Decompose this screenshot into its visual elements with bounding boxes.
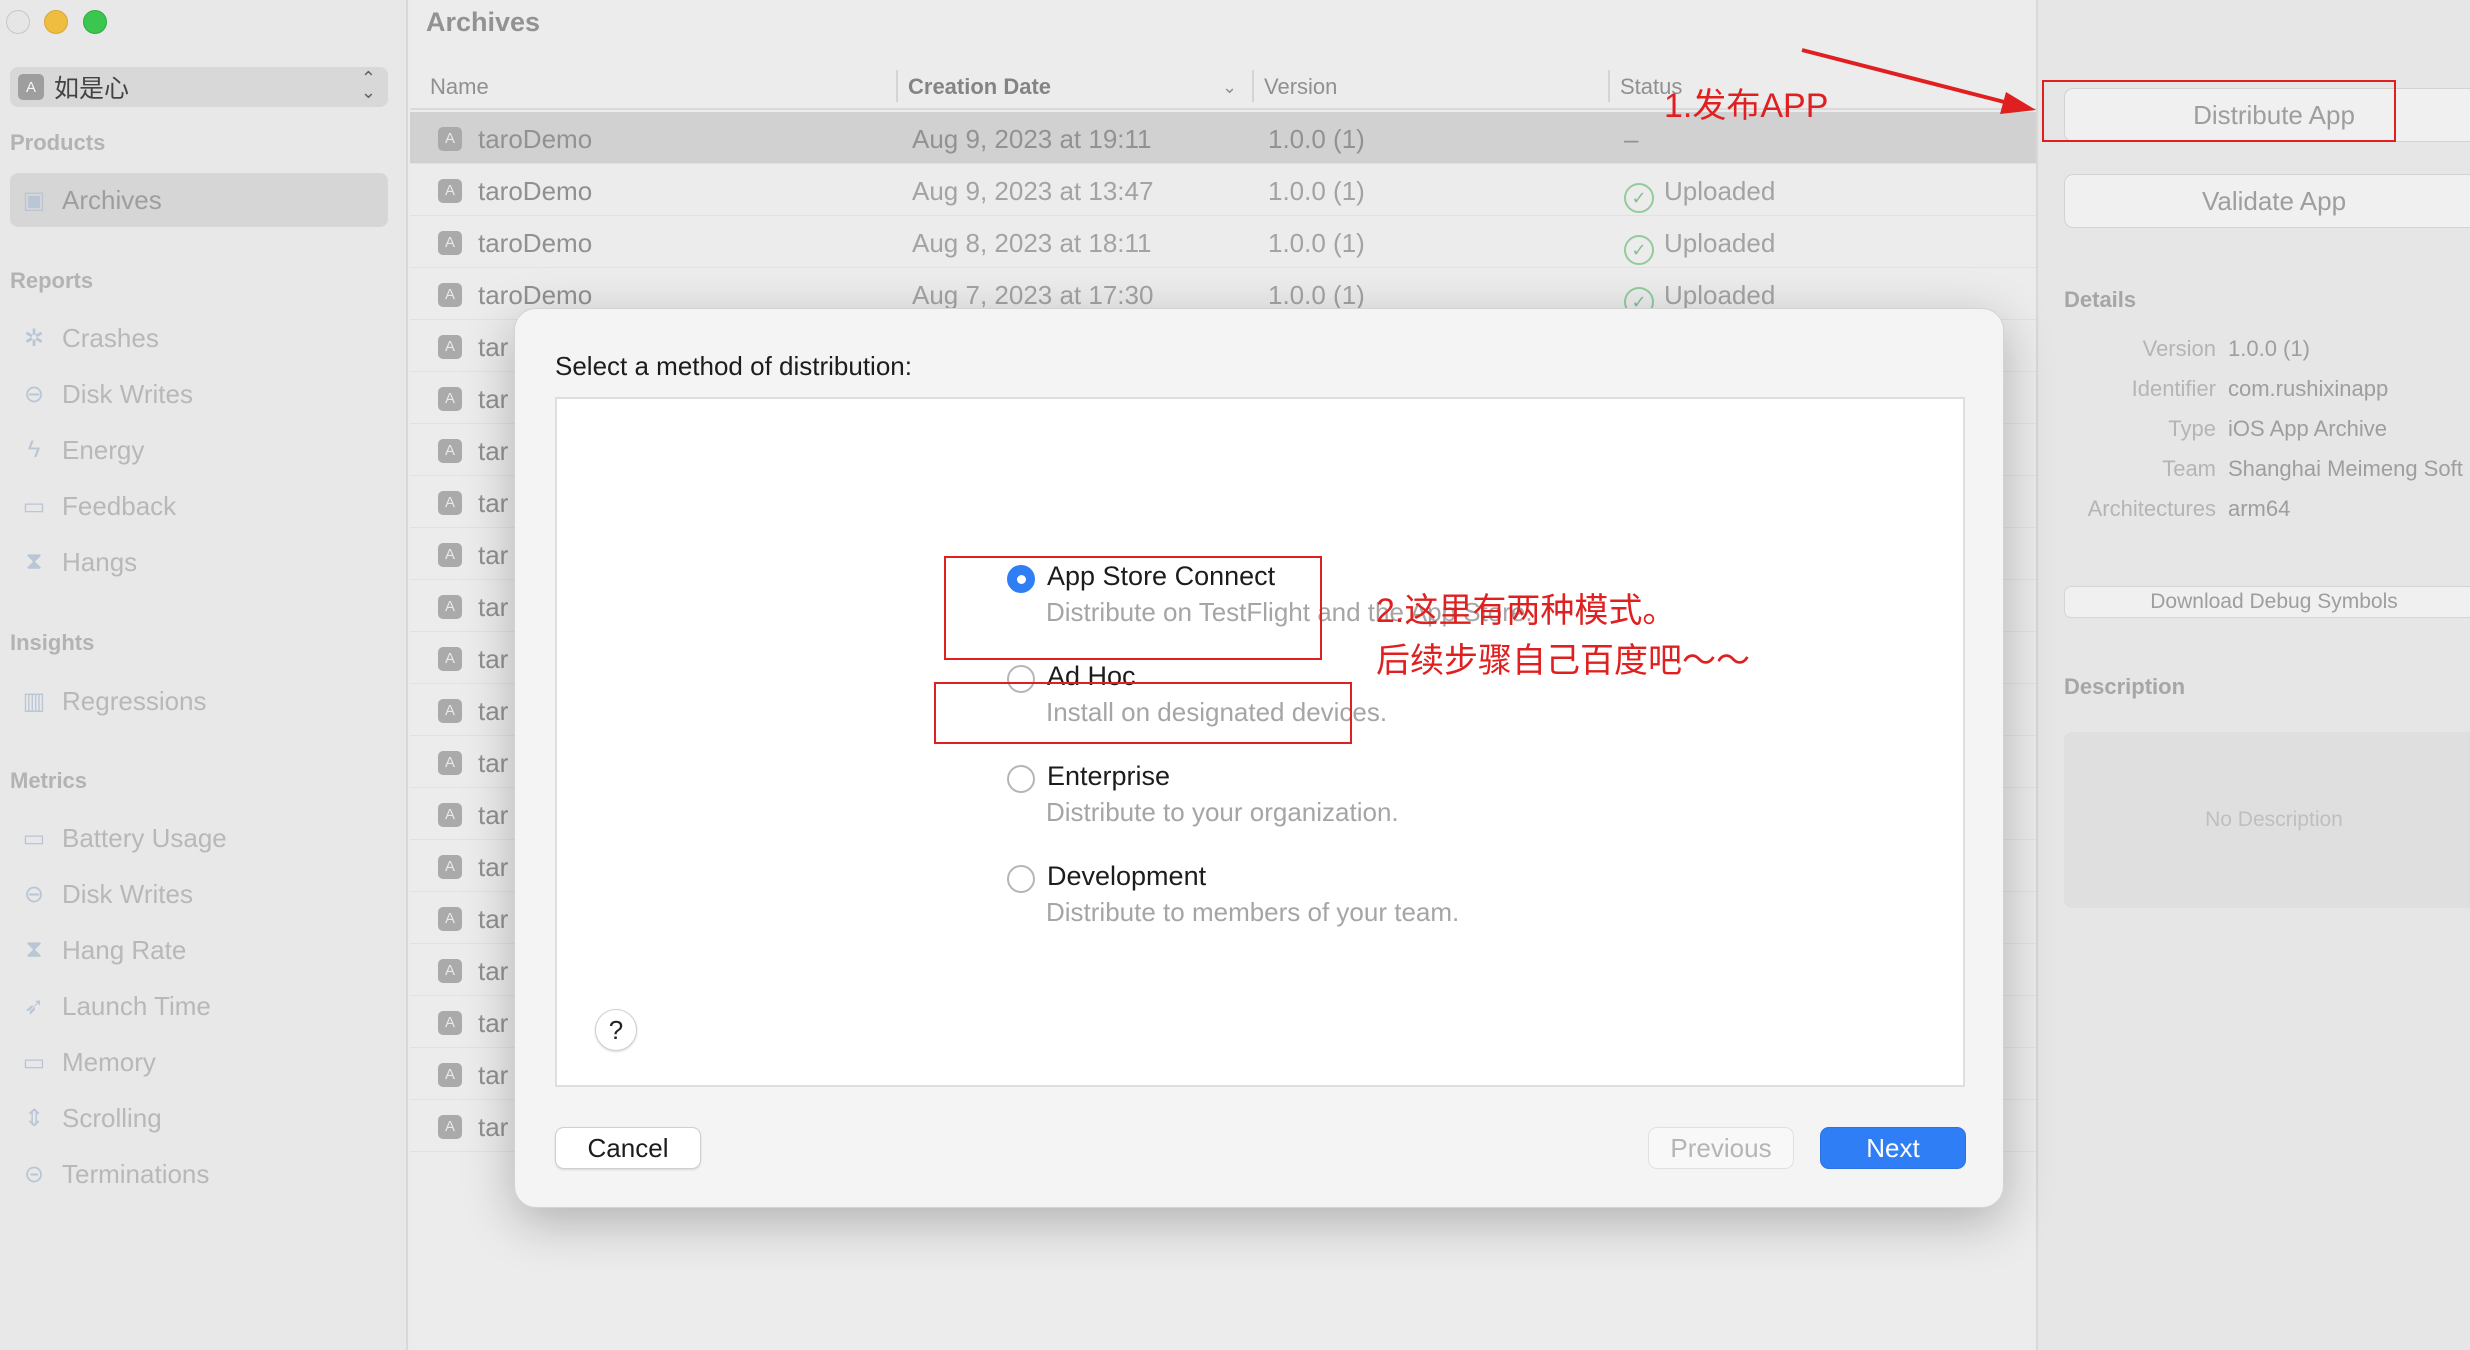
annotation-arrow-line <box>1801 48 2021 108</box>
annotation-step1: 1.发布APP <box>1664 87 1829 125</box>
annotation-step2-line2: 后续步骤自己百度吧～～ <box>1376 642 1750 680</box>
annotation-step2-line1: 2.这里有两种模式。 <box>1376 592 1677 630</box>
annotation-arrow-head <box>2000 92 2036 114</box>
annotation-arrow <box>1801 48 2036 114</box>
annotation-step2: 2.这里有两种模式。 后续步骤自己百度吧～～ <box>1376 586 1750 686</box>
annotation-box-app-store <box>944 556 1322 660</box>
annotation-box-ad-hoc <box>934 682 1352 744</box>
annotation-box-distribute <box>2042 80 2396 142</box>
